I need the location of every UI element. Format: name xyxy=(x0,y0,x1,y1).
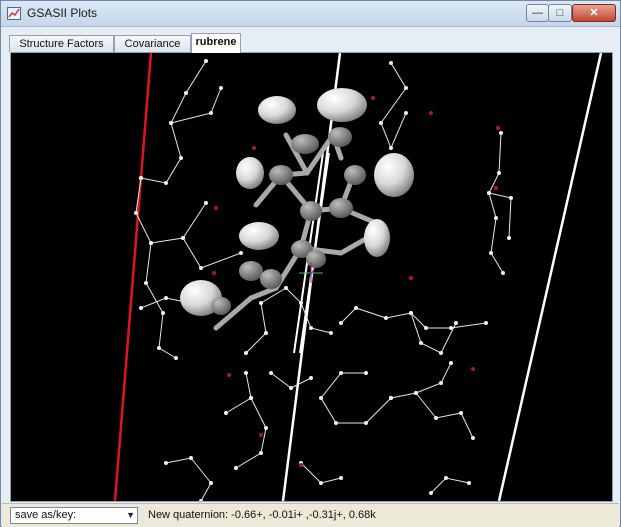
title-bar[interactable]: GSASII Plots — □ ✕ xyxy=(1,1,620,27)
tab-structure-factors[interactable]: Structure Factors xyxy=(9,35,114,52)
plot-tabs: Structure Factors Covariance rubrene xyxy=(9,33,613,53)
plot-window: GSASII Plots — □ ✕ Structure Factors Cov… xyxy=(0,0,621,527)
close-button[interactable]: ✕ xyxy=(572,4,616,22)
status-bar: save as/key: ▼ New quaternion: -0.66+, -… xyxy=(2,503,619,527)
tab-covariance[interactable]: Covariance xyxy=(114,35,191,52)
minimize-icon: — xyxy=(532,7,543,19)
close-icon: ✕ xyxy=(589,7,599,19)
wireframe-atoms xyxy=(134,59,513,501)
status-message: New quaternion: -0.66+, -0.01i+ ,-0.31j+… xyxy=(148,509,376,521)
save-as-key-value: save as/key: xyxy=(15,509,77,521)
maximize-button[interactable]: □ xyxy=(548,4,572,22)
app-icon xyxy=(7,7,21,20)
dropdown-arrow-icon: ▼ xyxy=(126,510,135,520)
unit-cell-axis-a xyxy=(113,53,153,501)
molecule-view[interactable] xyxy=(11,53,612,501)
minimize-button[interactable]: — xyxy=(526,4,549,22)
window-title: GSASII Plots xyxy=(27,6,98,20)
structure-plot-canvas[interactable] xyxy=(10,52,613,502)
molecule-atoms xyxy=(180,88,414,316)
maximize-icon: □ xyxy=(556,7,564,19)
tab-rubrene[interactable]: rubrene xyxy=(191,33,241,53)
neighbor-molecules-wireframe xyxy=(135,60,512,501)
unit-cell-edge xyxy=(497,53,603,501)
save-as-key-select[interactable]: save as/key: ▼ xyxy=(10,507,138,524)
